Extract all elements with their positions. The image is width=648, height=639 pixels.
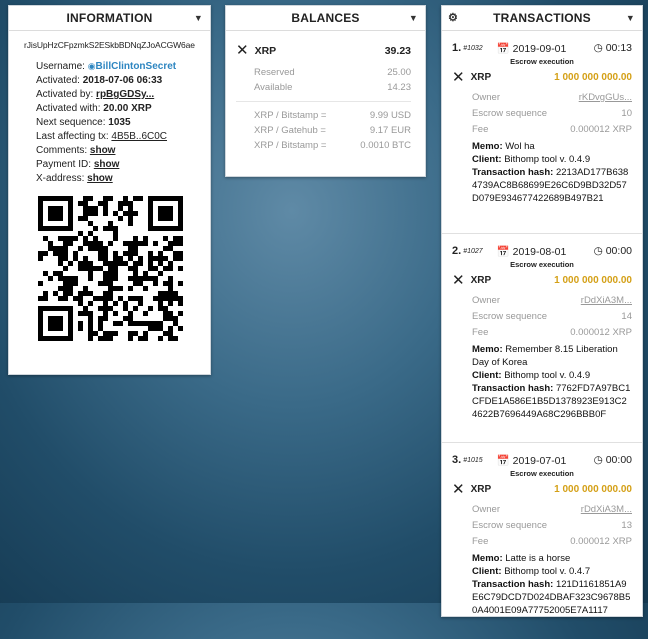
tx-currency: XRP <box>470 275 492 286</box>
tx-id: #1015 <box>463 456 483 464</box>
activated-with: 20.00 XRP <box>103 103 152 114</box>
tx-type: Escrow execution <box>510 469 574 478</box>
clock-icon: ◷ <box>593 245 603 257</box>
tx-amount: 1 000 000 000.00 <box>554 275 632 286</box>
chevron-down-icon[interactable]: ▼ <box>409 6 418 30</box>
tx-owner-row: Owner rKDvgGUs... <box>472 90 632 105</box>
balances-header: BALANCES ▼ <box>226 6 425 31</box>
tx-seq-row: Escrow sequence 14 <box>472 311 632 322</box>
tx-memo: Memo: Latte is a horse <box>472 553 571 564</box>
tx-amount: 1 000 000 000.00 <box>554 72 632 83</box>
account-address: rJisUpHzCFpzmkS2ESkbBDNqZJoACGW6ae <box>24 40 195 50</box>
calendar-icon: 📅 <box>496 245 510 258</box>
tx-number: 2. <box>452 245 462 257</box>
xrp-icon: ✕ <box>452 68 465 86</box>
transaction-item: 3. #1015 📅 2019-07-01 ◷ 00:00 Escrow exe… <box>442 449 642 639</box>
information-title: INFORMATION <box>66 11 153 25</box>
transaction-item: 1. #1032 📅 2019-09-01 ◷ 00:13 Escrow exe… <box>442 37 642 234</box>
user-icon: ◉ <box>87 61 96 71</box>
chevron-down-icon[interactable]: ▼ <box>194 6 203 30</box>
transaction-item: 2. #1027 📅 2019-08-01 ◷ 00:00 Escrow exe… <box>442 240 642 443</box>
activated-by-link[interactable]: rpBgGDSy... <box>96 89 154 100</box>
account-details: Username: ◉BillClintonSecret Activated: … <box>36 61 177 184</box>
balances-title: BALANCES <box>291 11 360 25</box>
comments-show-link[interactable]: show <box>90 145 116 156</box>
xrp-icon: ✕ <box>236 42 249 59</box>
rate-row: XRP / Bitstamp = 0.0010 BTC <box>254 140 411 151</box>
tx-number: 3. <box>452 454 462 466</box>
tx-currency: XRP <box>470 484 492 495</box>
clock-icon: ◷ <box>593 42 603 54</box>
tx-fee-row: Fee 0.000012 XRP <box>472 536 632 547</box>
tx-owner-link[interactable]: rKDvgGUs... <box>579 90 632 105</box>
last-tx-link[interactable]: 4B5B..6C0C <box>111 131 167 142</box>
tx-type: Escrow execution <box>510 57 574 66</box>
transactions-header: ⚙ TRANSACTIONS ▼ <box>442 6 642 31</box>
tx-memo: Memo: Remember 8.15 Liberation Day of Ko… <box>472 344 618 368</box>
tx-owner-link[interactable]: rDdXiA3M... <box>581 502 632 517</box>
tx-fee-row: Fee 0.000012 XRP <box>472 124 632 135</box>
information-panel: INFORMATION ▼ rJisUpHzCFpzmkS2ESkbBDNqZJ… <box>8 5 211 375</box>
balance-amount: 39.23 <box>384 45 411 57</box>
tx-owner-row: Owner rDdXiA3M... <box>472 502 632 517</box>
activated-date: 2018-07-06 06:33 <box>82 75 163 86</box>
tx-owner-link[interactable]: rDdXiA3M... <box>581 293 632 308</box>
tx-date: 📅 2019-09-01 <box>496 42 567 55</box>
tx-time: ◷ 00:13 <box>593 42 632 54</box>
tx-client: Client: Bithomp tool v. 0.4.9 <box>472 370 591 381</box>
tx-currency: XRP <box>470 72 492 83</box>
balance-currency: XRP <box>254 45 277 57</box>
information-header: INFORMATION ▼ <box>9 6 210 31</box>
transactions-title: TRANSACTIONS <box>493 11 591 25</box>
tx-date: 📅 2019-07-01 <box>496 454 567 467</box>
tx-client: Client: Bithomp tool v. 0.4.7 <box>472 566 591 577</box>
tx-seq-row: Escrow sequence 10 <box>472 108 632 119</box>
tx-time: ◷ 00:00 <box>593 454 632 466</box>
tx-amount: 1 000 000 000.00 <box>554 484 632 495</box>
tx-id: #1027 <box>463 247 483 255</box>
xrp-icon: ✕ <box>452 480 465 498</box>
tx-hash: Transaction hash: 7762FD7A97BC1CFDE1A586… <box>472 383 631 420</box>
balance-available-row: Available 14.23 <box>254 82 411 93</box>
qr-code-icon <box>38 196 183 341</box>
tx-date: 📅 2019-08-01 <box>496 245 567 258</box>
balance-main: ✕ XRP 39.23 <box>236 42 411 59</box>
transactions-panel: ⚙ TRANSACTIONS ▼ 1. #1032 📅 2019-09-01 ◷… <box>441 5 643 617</box>
username: BillClintonSecret <box>95 61 177 72</box>
next-sequence: 1035 <box>108 117 131 128</box>
tx-type: Escrow execution <box>510 260 574 269</box>
clock-icon: ◷ <box>593 454 603 466</box>
tx-id: #1032 <box>463 44 483 52</box>
tx-number: 1. <box>452 42 462 54</box>
tx-client: Client: Bithomp tool v. 0.4.9 <box>472 154 591 165</box>
xrp-icon: ✕ <box>452 271 465 289</box>
balance-reserved-row: Reserved 25.00 <box>254 67 411 78</box>
x-address-show-link[interactable]: show <box>87 173 113 184</box>
rate-row: XRP / Gatehub = 9.17 EUR <box>254 125 411 136</box>
calendar-icon: 📅 <box>496 42 510 55</box>
tx-hash: Transaction hash: 2213AD177B6384739AC8B6… <box>472 167 629 204</box>
tx-owner-row: Owner rDdXiA3M... <box>472 293 632 308</box>
gear-icon[interactable]: ⚙ <box>448 6 458 30</box>
payment-id-show-link[interactable]: show <box>94 159 120 170</box>
tx-time: ◷ 00:00 <box>593 245 632 257</box>
tx-fee-row: Fee 0.000012 XRP <box>472 327 632 338</box>
tx-memo: Memo: Wol ha <box>472 141 535 152</box>
divider <box>236 101 411 102</box>
chevron-down-icon[interactable]: ▼ <box>626 6 635 30</box>
rate-row: XRP / Bitstamp = 9.99 USD <box>254 110 411 121</box>
tx-hash: Transaction hash: 121D1161851A9E6C79DCD7… <box>472 579 631 616</box>
calendar-icon: 📅 <box>496 454 510 467</box>
balances-panel: BALANCES ▼ ✕ XRP 39.23 Reserved 25.00 Ava… <box>225 5 426 177</box>
tx-seq-row: Escrow sequence 13 <box>472 520 632 531</box>
